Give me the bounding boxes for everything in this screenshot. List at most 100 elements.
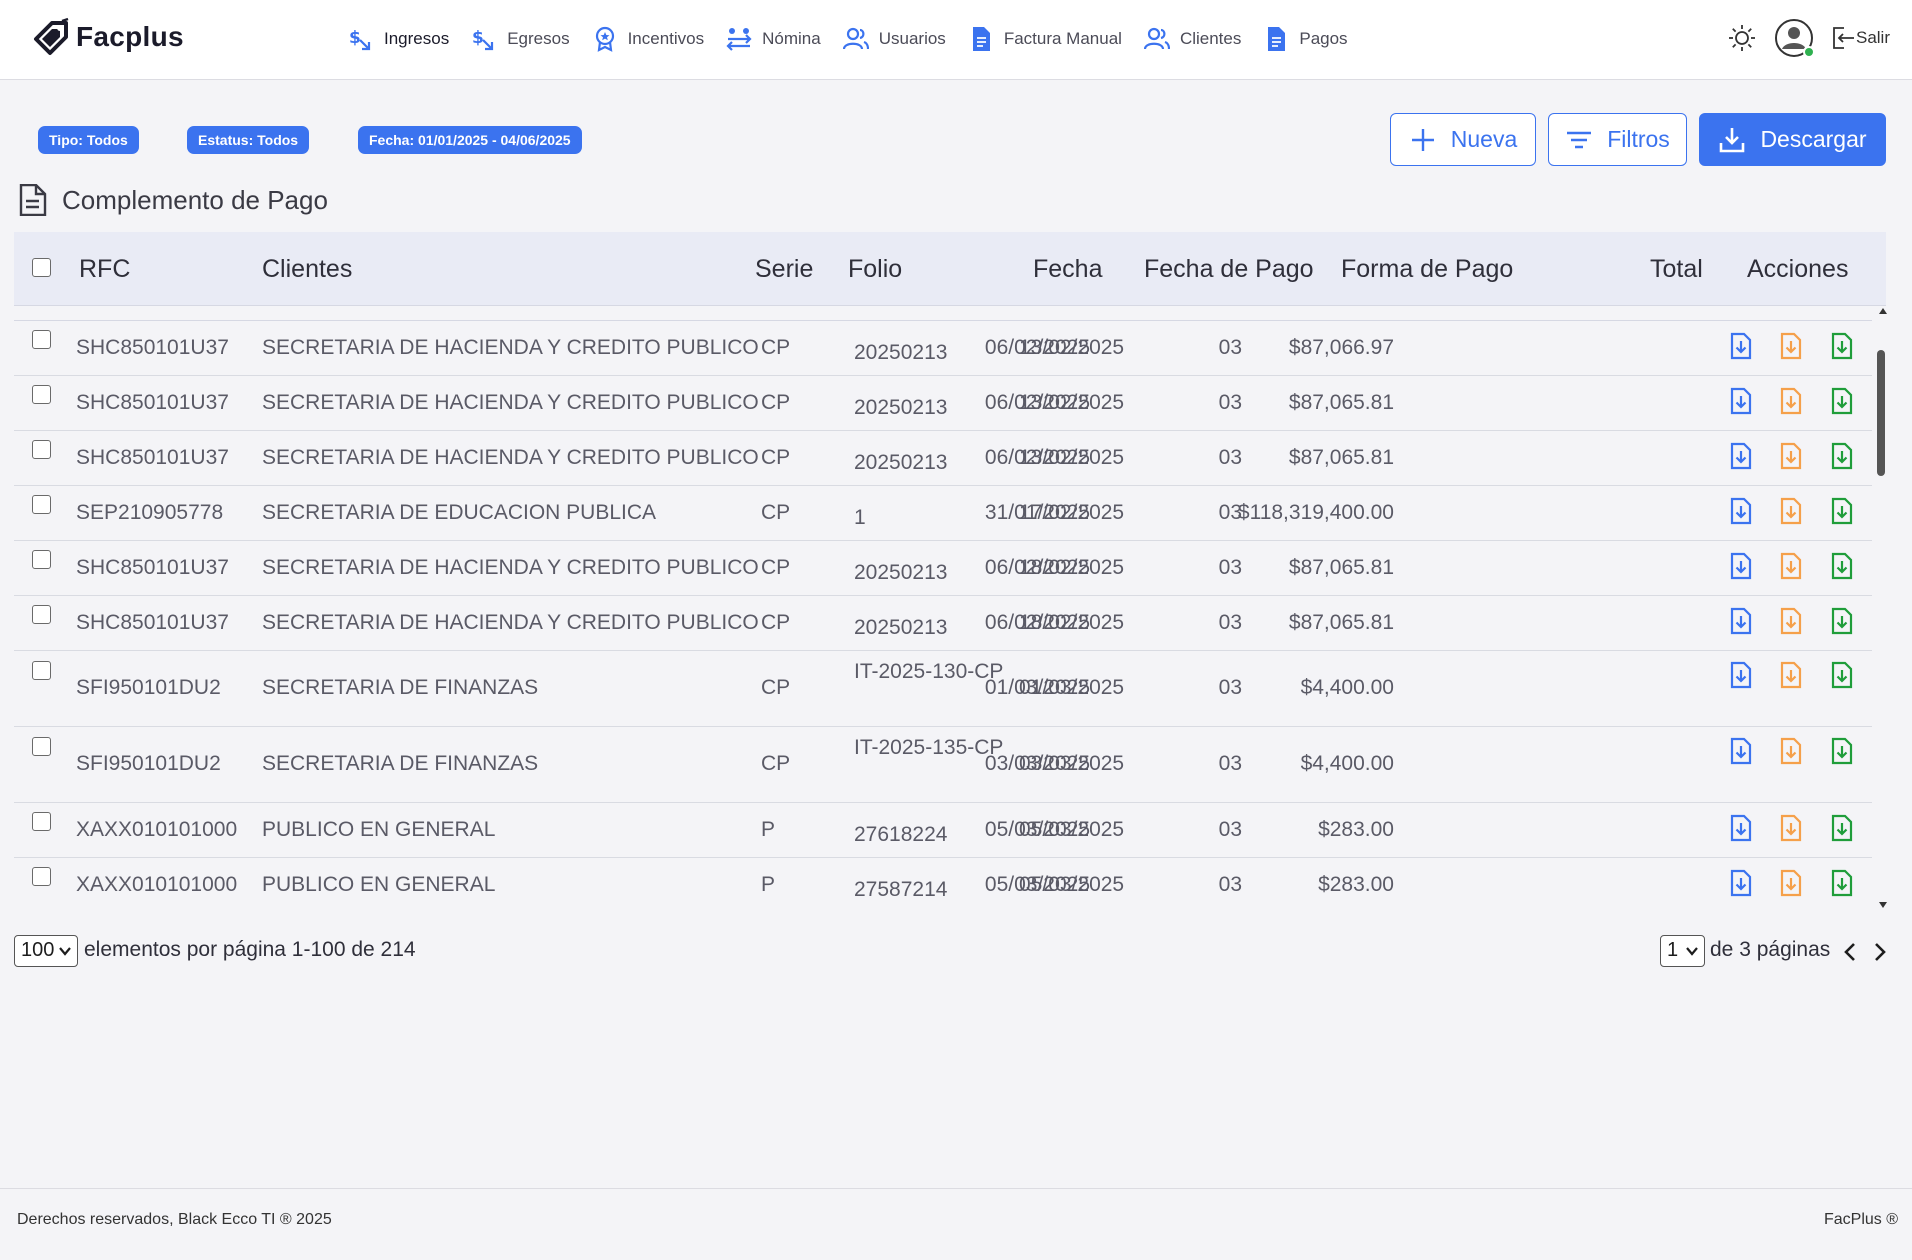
- nav-item-ingresos[interactable]: $ Ingresos: [348, 26, 449, 52]
- download-blue-icon[interactable]: [1728, 387, 1754, 415]
- scroll-thumb[interactable]: [1877, 350, 1885, 476]
- download-blue-icon[interactable]: [1728, 869, 1754, 897]
- column-header-acciones: Acciones: [1747, 255, 1849, 283]
- chevron-down-icon: [59, 947, 71, 956]
- cell-fecha-pago: 03/03/2025: [984, 752, 1090, 775]
- table-row[interactable]: SHC850101U37 SECRETARIA DE HACIENDA Y CRE…: [14, 376, 1872, 431]
- nav-item-clientes[interactable]: Clientes: [1143, 26, 1241, 52]
- download-blue-icon[interactable]: [1728, 442, 1754, 470]
- page-number-select[interactable]: 1: [1660, 935, 1705, 967]
- sun-icon[interactable]: [1728, 24, 1756, 52]
- table-row[interactable]: XAXX010101000 PUBLICO EN GENERAL P 27587214…: [14, 858, 1872, 910]
- column-header-folio[interactable]: Folio: [848, 232, 902, 306]
- column-header-serie[interactable]: Serie: [755, 232, 813, 306]
- table-row[interactable]: SHC850101U37 SECRETARIA DE HACIENDA Y CRE…: [14, 321, 1872, 376]
- table-row[interactable]: SHC850101U37 SECRETARIA DE HACIENDA Y CRE…: [14, 541, 1872, 596]
- filters-button[interactable]: Filtros: [1548, 113, 1687, 166]
- cell-total: $87,065.81: [1288, 555, 1394, 579]
- next-page-icon[interactable]: [1870, 940, 1890, 964]
- download-green-icon[interactable]: [1829, 814, 1855, 842]
- cell-fecha-pago: 05/03/2025: [984, 817, 1090, 841]
- download-blue-icon[interactable]: [1728, 737, 1754, 765]
- cell-serie: CP: [761, 445, 791, 469]
- row-checkbox[interactable]: [32, 330, 51, 349]
- download-blue-icon[interactable]: [1728, 332, 1754, 360]
- nav-item-nomina[interactable]: Nómina: [726, 26, 821, 52]
- table-row[interactable]: SHC850101U37 SECRETARIA DE HACIENDA Y CRE…: [14, 431, 1872, 486]
- column-header-total[interactable]: Total: [1650, 232, 1703, 306]
- table-row[interactable]: SHC850101U37 SECRETARIA DE HACIENDA Y CRE…: [14, 596, 1872, 651]
- download-green-icon[interactable]: [1829, 442, 1855, 470]
- download-orange-icon[interactable]: [1778, 737, 1804, 765]
- cell-serie: CP: [761, 610, 791, 634]
- download-orange-icon[interactable]: [1778, 607, 1804, 635]
- download-orange-icon[interactable]: [1778, 814, 1804, 842]
- download-green-icon[interactable]: [1829, 607, 1855, 635]
- download-blue-icon[interactable]: [1728, 661, 1754, 689]
- download-blue-icon[interactable]: [1728, 497, 1754, 525]
- nav-item-usuarios[interactable]: Usuarios: [842, 26, 946, 52]
- expense-icon: $: [472, 28, 494, 51]
- column-header-rfc[interactable]: RFC: [79, 232, 130, 306]
- select-all-checkbox[interactable]: [32, 258, 51, 277]
- download-orange-icon[interactable]: [1778, 661, 1804, 689]
- chevron-down-icon: [1686, 947, 1698, 956]
- download-green-icon[interactable]: [1829, 497, 1855, 525]
- table-row[interactable]: SEP210905778 SECRETARIA DE EDUCACION PUBL…: [14, 486, 1872, 541]
- filter-chip-tipo[interactable]: Tipo: Todos: [38, 126, 139, 154]
- table-row[interactable]: SFI950101DU2 SECRETARIA DE FINANZAS CP IT-2…: [14, 727, 1872, 803]
- row-checkbox[interactable]: [32, 385, 51, 404]
- download-green-icon[interactable]: [1829, 869, 1855, 897]
- scroll-down-arrow[interactable]: [1879, 902, 1887, 908]
- download-orange-icon[interactable]: [1778, 442, 1804, 470]
- row-checkbox[interactable]: [32, 605, 51, 624]
- download-orange-icon[interactable]: [1778, 497, 1804, 525]
- online-status-dot: [1802, 46, 1815, 58]
- row-checkbox[interactable]: [32, 495, 51, 514]
- download-button[interactable]: Descargar: [1699, 113, 1886, 166]
- download-blue-icon[interactable]: [1728, 814, 1754, 842]
- download-green-icon[interactable]: [1829, 737, 1855, 765]
- download-blue-icon[interactable]: [1728, 607, 1754, 635]
- row-checkbox[interactable]: [32, 867, 51, 886]
- row-checkbox[interactable]: [32, 737, 51, 756]
- new-button[interactable]: Nueva: [1390, 113, 1536, 166]
- download-green-icon[interactable]: [1829, 387, 1855, 415]
- row-checkbox[interactable]: [32, 661, 51, 680]
- download-orange-icon[interactable]: [1778, 387, 1804, 415]
- download-blue-icon[interactable]: [1728, 552, 1754, 580]
- table-row[interactable]: XAXX010101000 PUBLICO EN GENERAL P 27618224…: [14, 803, 1872, 858]
- page-size-select[interactable]: 100: [14, 935, 78, 967]
- column-header-clientes[interactable]: Clientes: [262, 232, 352, 306]
- table-row[interactable]: SFI950101DU2 SECRETARIA DE FINANZAS CP IT-2…: [14, 651, 1872, 727]
- download-green-icon[interactable]: [1829, 661, 1855, 689]
- document-outline-icon: [19, 184, 47, 216]
- nav-item-incentivos[interactable]: Incentivos: [592, 26, 705, 52]
- filter-chip-estatus[interactable]: Estatus: Todos: [187, 126, 310, 154]
- svg-text:$: $: [349, 28, 361, 48]
- nav-item-factura-manual[interactable]: Factura Manual: [968, 26, 1122, 52]
- logout-button[interactable]: Salir: [1830, 25, 1890, 51]
- download-orange-icon[interactable]: [1778, 332, 1804, 360]
- row-checkbox[interactable]: [32, 812, 51, 831]
- nav-item-egresos[interactable]: $ Egresos: [471, 26, 570, 52]
- footer: Derechos reservados, Black Ecco TI ® 202…: [0, 1188, 1912, 1260]
- cell-rfc: SHC850101U37: [76, 390, 229, 414]
- download-orange-icon[interactable]: [1778, 552, 1804, 580]
- filter-chip-fecha[interactable]: Fecha: 01/01/2025 - 04/06/2025: [358, 126, 582, 154]
- row-checkbox[interactable]: [32, 440, 51, 459]
- avatar[interactable]: [1774, 18, 1815, 58]
- nav-item-pagos[interactable]: Pagos: [1263, 26, 1348, 52]
- download-orange-icon[interactable]: [1778, 869, 1804, 897]
- prev-page-icon[interactable]: [1840, 940, 1860, 964]
- cell-cliente: SECRETARIA DE HACIENDA Y CREDITO PUBLICO: [262, 335, 759, 359]
- download-green-icon[interactable]: [1829, 332, 1855, 360]
- column-header-fecha[interactable]: Fecha: [1033, 232, 1102, 306]
- download-green-icon[interactable]: [1829, 552, 1855, 580]
- nav-label: Incentivos: [627, 29, 705, 48]
- brand-logo[interactable]: Facplus: [32, 16, 184, 58]
- column-header-forma-pago[interactable]: Forma de Pago: [1341, 232, 1513, 306]
- row-checkbox[interactable]: [32, 550, 51, 569]
- column-header-fecha-pago[interactable]: Fecha de Pago: [1144, 232, 1314, 306]
- scroll-up-arrow[interactable]: [1879, 308, 1887, 314]
